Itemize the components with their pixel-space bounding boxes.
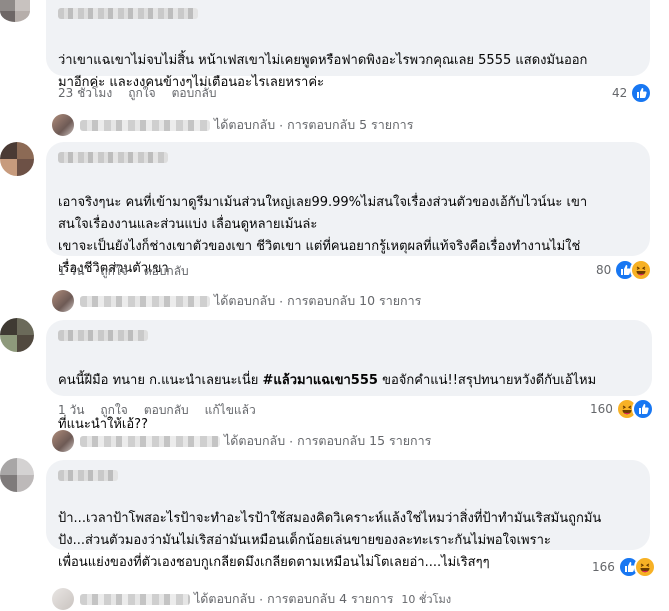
reply-author-name xyxy=(80,435,220,447)
commenter-avatar[interactable] xyxy=(0,0,30,22)
view-replies-link[interactable]: ได้ตอบกลับ · การตอบกลับ 10 รายการ xyxy=(52,290,421,312)
like-button[interactable]: ถูกใจ xyxy=(100,262,127,281)
reply-button[interactable]: ตอบกลับ xyxy=(144,401,189,420)
edited-label[interactable]: แก้ไขแล้ว xyxy=(205,401,256,420)
reply-author-name xyxy=(80,295,210,307)
comment-actions: 1 วัน ถูกใจ ตอบกลับ xyxy=(58,262,205,281)
comment-actions: 1 วัน ถูกใจ ตอบกลับ แก้ไขแล้ว xyxy=(58,401,272,420)
reply-avatar xyxy=(52,588,74,610)
reaction-summary[interactable]: 160 xyxy=(590,398,654,420)
comment-time[interactable]: 1 วัน xyxy=(58,262,84,281)
comment-actions: 23 ชั่วโมง ถูกใจ ตอบกลับ xyxy=(58,84,232,103)
view-replies-link[interactable]: ได้ตอบกลับ · การตอบกลับ 4 รายการ 10 ชั่ว… xyxy=(52,588,451,610)
reaction-summary[interactable]: 80 xyxy=(596,259,653,281)
reply-button[interactable]: ตอบกลับ xyxy=(172,84,217,103)
reaction-count: 166 xyxy=(592,560,615,574)
reply-button[interactable]: ตอบกลับ xyxy=(144,262,189,281)
reaction-summary[interactable]: 166 xyxy=(592,556,656,578)
reply-avatar xyxy=(52,430,74,452)
view-replies-link[interactable]: ได้ตอบกลับ · การตอบกลับ 5 รายการ xyxy=(52,114,413,136)
comment-text: เอาจริงๆนะ คนที่เข้ามาดูรีมาเม้นส่วนใหญ่… xyxy=(58,195,588,276)
reply-avatar xyxy=(52,290,74,312)
haha-icon xyxy=(630,259,653,281)
like-icon xyxy=(630,82,653,104)
hashtag-link[interactable]: #แล้วมาแฉเขา555 xyxy=(263,373,378,388)
like-icon xyxy=(631,398,654,420)
reaction-summary[interactable]: 42 xyxy=(612,82,653,104)
reaction-count: 42 xyxy=(612,86,628,100)
commenter-name[interactable] xyxy=(58,330,148,341)
commenter-avatar[interactable] xyxy=(0,458,34,492)
haha-icon xyxy=(633,556,656,578)
commenter-name[interactable] xyxy=(58,152,168,163)
commenter-name[interactable] xyxy=(58,8,198,19)
reply-author-name xyxy=(80,119,210,131)
reaction-count: 80 xyxy=(596,263,612,277)
like-button[interactable]: ถูกใจ xyxy=(100,401,127,420)
comment-time[interactable]: 1 วัน xyxy=(58,401,84,420)
reply-author-name xyxy=(80,593,190,605)
commenter-avatar[interactable] xyxy=(0,142,34,176)
commenter-name[interactable] xyxy=(58,470,118,481)
reply-avatar xyxy=(52,114,74,136)
like-button[interactable]: ถูกใจ xyxy=(128,84,155,103)
view-replies-link[interactable]: ได้ตอบกลับ · การตอบกลับ 15 รายการ xyxy=(52,430,431,452)
reaction-count: 160 xyxy=(590,402,613,416)
comment-time[interactable]: 23 ชั่วโมง xyxy=(58,84,112,103)
commenter-avatar[interactable] xyxy=(0,318,34,352)
comment-text: ป้า...เวลาป้าโพสอะไรป้าจะทำอะไรป้าใช้สมอ… xyxy=(58,511,602,570)
reply-time[interactable]: 10 ชั่วโมง xyxy=(401,590,451,608)
